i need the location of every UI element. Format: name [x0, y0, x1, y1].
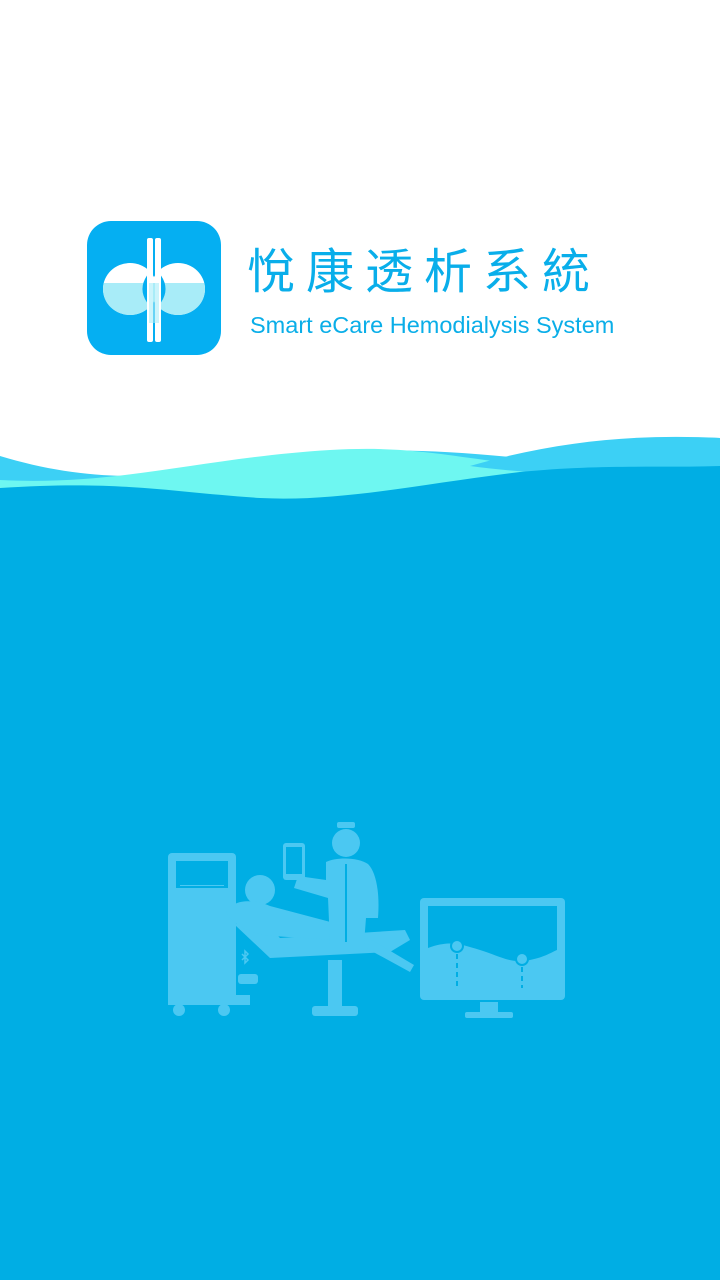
splash-header: 悅康透析系統 Smart eCare Hemodialysis System: [0, 0, 720, 470]
hemodialysis-scene-illustration: [168, 822, 565, 1018]
app-title-english: Smart eCare Hemodialysis System: [250, 312, 615, 338]
kidney-icon: [103, 238, 205, 342]
app-logo: [87, 221, 221, 355]
splash-screen: 悅康透析系統 Smart eCare Hemodialysis System: [0, 0, 720, 1280]
app-title-chinese: 悅康透析系統: [247, 244, 602, 300]
